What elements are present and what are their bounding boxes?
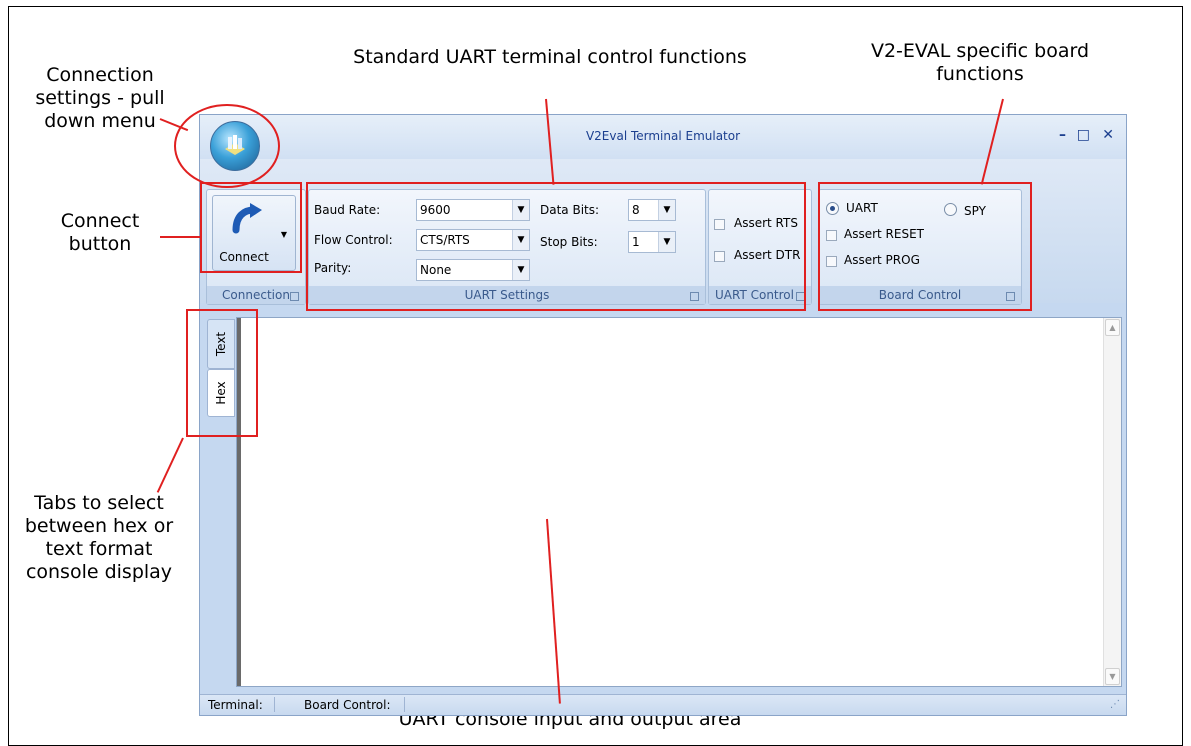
title-bar: V2Eval Terminal Emulator – □ ✕ (200, 115, 1126, 159)
status-divider (404, 697, 405, 712)
close-button[interactable]: ✕ (1102, 127, 1114, 143)
status-bar: Terminal: Board Control: ⋰ (200, 694, 1126, 715)
window-title: V2Eval Terminal Emulator (585, 129, 741, 143)
callout-board-functions-text: V2-EVAL specific board functions (870, 40, 1090, 85)
connection-launcher-icon[interactable] (290, 292, 299, 301)
callout-standard-functions: Standard UART terminal control functions (350, 46, 750, 69)
minimize-button[interactable]: – (1059, 127, 1066, 143)
scroll-down-icon[interactable]: ▼ (1105, 668, 1120, 685)
status-divider (274, 697, 275, 712)
callout-connect-button-text: Connect button (60, 210, 140, 255)
connection-menu-highlight (174, 104, 280, 188)
callout-tabs: Tabs to select between hex or text forma… (14, 492, 184, 584)
tabs-highlight (186, 309, 258, 437)
resize-grip-icon[interactable]: ⋰ (1110, 699, 1120, 710)
scroll-up-icon[interactable]: ▲ (1105, 319, 1120, 336)
status-board-control: Board Control: (304, 698, 391, 712)
callout-tabs-text: Tabs to select between hex or text forma… (24, 492, 174, 583)
callout-board-functions: V2-EVAL specific board functions (850, 40, 1110, 86)
callout-standard-functions-text: Standard UART terminal control functions (353, 46, 747, 68)
console-output-area[interactable]: ▲ ▼ (236, 317, 1122, 687)
maximize-button[interactable]: □ (1077, 127, 1090, 143)
uart-settings-highlight (306, 182, 806, 311)
callout-connect-button: Connect button (45, 210, 155, 256)
connection-group-label-text: Connection (222, 288, 290, 302)
status-terminal: Terminal: (208, 698, 263, 712)
console-scrollbar[interactable]: ▲ ▼ (1103, 318, 1121, 686)
connect-button-pointer (160, 236, 202, 238)
connect-button-highlight (200, 182, 302, 273)
callout-connection-settings-text: Connection settings - pull down menu (35, 64, 165, 132)
callout-connection-settings: Connection settings - pull down menu (20, 64, 180, 133)
board-control-highlight (818, 182, 1032, 311)
